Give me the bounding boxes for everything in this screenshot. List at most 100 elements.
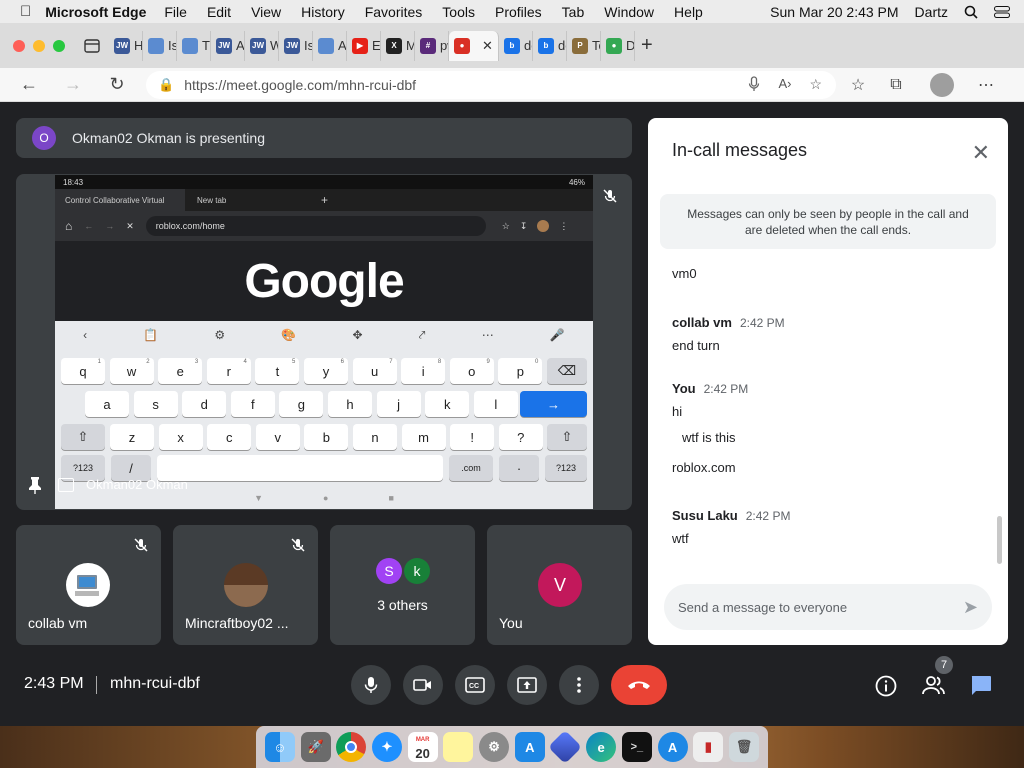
downloads-stack-icon[interactable]: A: [657, 732, 688, 762]
browser-tab[interactable]: JW Is H: [279, 30, 313, 61]
browser-tab[interactable]: JW Am: [211, 30, 245, 61]
back-icon[interactable]: ←: [14, 74, 44, 95]
chrome-icon[interactable]: [336, 732, 367, 762]
shared-stop-icon: ✕: [126, 220, 134, 231]
more-options-button[interactable]: [559, 665, 599, 705]
send-icon[interactable]: ➤: [963, 597, 978, 618]
screen-share-icon: [58, 477, 74, 492]
browser-tab[interactable]: X Ma: [381, 30, 415, 61]
calendar-icon[interactable]: MAR 20: [407, 732, 438, 762]
browser-tab[interactable]: ▶ Edi: [347, 30, 381, 61]
minimize-window-icon[interactable]: [33, 39, 45, 52]
safari-icon[interactable]: ✦: [371, 732, 402, 762]
new-tab-button[interactable]: +: [641, 34, 653, 57]
key-label: ⌫: [557, 363, 577, 378]
others-count: 3 others: [377, 597, 428, 613]
menu-history[interactable]: History: [301, 4, 345, 20]
chat-icon[interactable]: [970, 675, 992, 695]
control-center-icon[interactable]: [994, 5, 1010, 18]
microphone-button[interactable]: [351, 665, 391, 705]
menu-tab[interactable]: Tab: [562, 4, 585, 20]
browser-tab[interactable]: ● Do: [601, 30, 635, 61]
present-now-button[interactable]: [507, 665, 547, 705]
url-bar[interactable]: 🔒 https://meet.google.com/mhn-rcui-dbf A…: [146, 70, 836, 99]
close-tab-icon[interactable]: ✕: [482, 38, 493, 54]
menu-favorites[interactable]: Favorites: [365, 4, 423, 20]
presentation-stage[interactable]: 18:43 46% Control Collaborative Virtual …: [16, 174, 632, 510]
app-menu[interactable]: Microsoft Edge: [45, 4, 146, 20]
captions-button[interactable]: CC: [455, 665, 495, 705]
participant-tile-you[interactable]: V You: [487, 525, 632, 645]
document-stack-icon[interactable]: ▮: [693, 732, 724, 762]
presenter-muted-icon: [603, 189, 617, 203]
tab-favicon-icon: [318, 37, 334, 54]
forward-icon[interactable]: →: [58, 74, 88, 95]
menubar-user[interactable]: Dartz: [915, 4, 948, 20]
meeting-details-icon[interactable]: [875, 675, 897, 697]
apple-icon[interactable]: : [20, 3, 31, 20]
browser-tab[interactable]: Is t: [143, 30, 177, 61]
keyboard-row-3: ⇧ z x c v b n m!? ⇧: [55, 424, 593, 450]
profile-avatar[interactable]: [930, 72, 954, 97]
key-o: o9: [449, 358, 494, 384]
people-icon[interactable]: [922, 675, 946, 695]
edge-icon[interactable]: e: [586, 732, 617, 762]
participant-tile-mincraftboy02[interactable]: Mincraftboy02 ...: [173, 525, 318, 645]
key-z: z: [110, 424, 154, 450]
browser-tab[interactable]: bdo: [533, 30, 567, 61]
app-store-icon[interactable]: A: [514, 732, 545, 762]
more-icon: ⋯: [481, 328, 494, 342]
menu-profiles[interactable]: Profiles: [495, 4, 542, 20]
linear-app-icon[interactable]: [548, 730, 583, 764]
url-text[interactable]: https://meet.google.com/mhn-rcui-dbf: [184, 77, 416, 93]
spotlight-search-icon[interactable]: [964, 5, 978, 19]
terminal-icon[interactable]: >_: [621, 732, 652, 762]
menu-help[interactable]: Help: [674, 4, 703, 20]
browser-tab[interactable]: An: [313, 30, 347, 61]
read-aloud-icon[interactable]: A›: [778, 76, 791, 93]
system-preferences-icon[interactable]: ⚙: [479, 732, 510, 762]
participant-tile-collab-vm[interactable]: collab vm: [16, 525, 161, 645]
tab-favicon-icon: JW: [284, 37, 300, 54]
refresh-icon[interactable]: ↻: [102, 74, 132, 95]
browser-tab[interactable]: # pw: [415, 30, 449, 61]
pin-icon[interactable]: [28, 476, 42, 494]
chat-message: collab vm 2:42 PM end turn: [672, 315, 785, 353]
trash-icon[interactable]: 🗑: [728, 732, 759, 762]
browser-tab[interactable]: The: [177, 30, 211, 61]
chat-scrollbar[interactable]: [997, 516, 1002, 564]
browser-tab[interactable]: JW Wh: [245, 30, 279, 61]
add-favorite-icon[interactable]: ☆: [809, 76, 822, 93]
muted-mic-icon: [291, 538, 305, 552]
menu-tools[interactable]: Tools: [442, 4, 475, 20]
chat-input-placeholder[interactable]: Send a message to everyone: [678, 600, 847, 615]
menu-window[interactable]: Window: [604, 4, 654, 20]
shared-profile-avatar: [537, 220, 550, 232]
browser-tab[interactable]: ● ✕: [449, 30, 499, 61]
leave-call-button[interactable]: [611, 665, 667, 705]
lock-icon[interactable]: 🔒: [158, 77, 174, 93]
zoom-window-icon[interactable]: [53, 39, 65, 52]
close-chat-icon[interactable]: ✕: [972, 140, 990, 166]
browser-tab[interactable]: P Top: [567, 30, 601, 61]
notes-icon[interactable]: [443, 732, 474, 762]
participant-tile-others[interactable]: S k 3 others: [330, 525, 475, 645]
microphone-in-use-icon[interactable]: [748, 76, 760, 92]
menu-view[interactable]: View: [251, 4, 281, 20]
browser-tab[interactable]: JW Ho: [109, 30, 143, 61]
browser-tab[interactable]: bdo: [499, 30, 533, 61]
more-options-icon[interactable]: ⋯: [964, 75, 1008, 95]
close-window-icon[interactable]: [13, 39, 25, 52]
shared-tab-1: Control Collaborative Virtual: [55, 189, 185, 211]
launchpad-icon[interactable]: 🚀: [300, 732, 331, 762]
key-label: v: [274, 429, 282, 445]
camera-button[interactable]: [403, 665, 443, 705]
chat-message-input[interactable]: Send a message to everyone ➤: [664, 584, 992, 630]
menubar-clock[interactable]: Sun Mar 20 2:43 PM: [770, 4, 898, 20]
tab-actions-icon[interactable]: [83, 37, 101, 55]
menu-file[interactable]: File: [164, 4, 187, 20]
menu-edit[interactable]: Edit: [207, 4, 231, 20]
finder-icon[interactable]: ☺: [264, 732, 295, 762]
collections-icon[interactable]: ⧉: [874, 76, 918, 94]
shift-key-right: ⇧: [547, 424, 587, 450]
